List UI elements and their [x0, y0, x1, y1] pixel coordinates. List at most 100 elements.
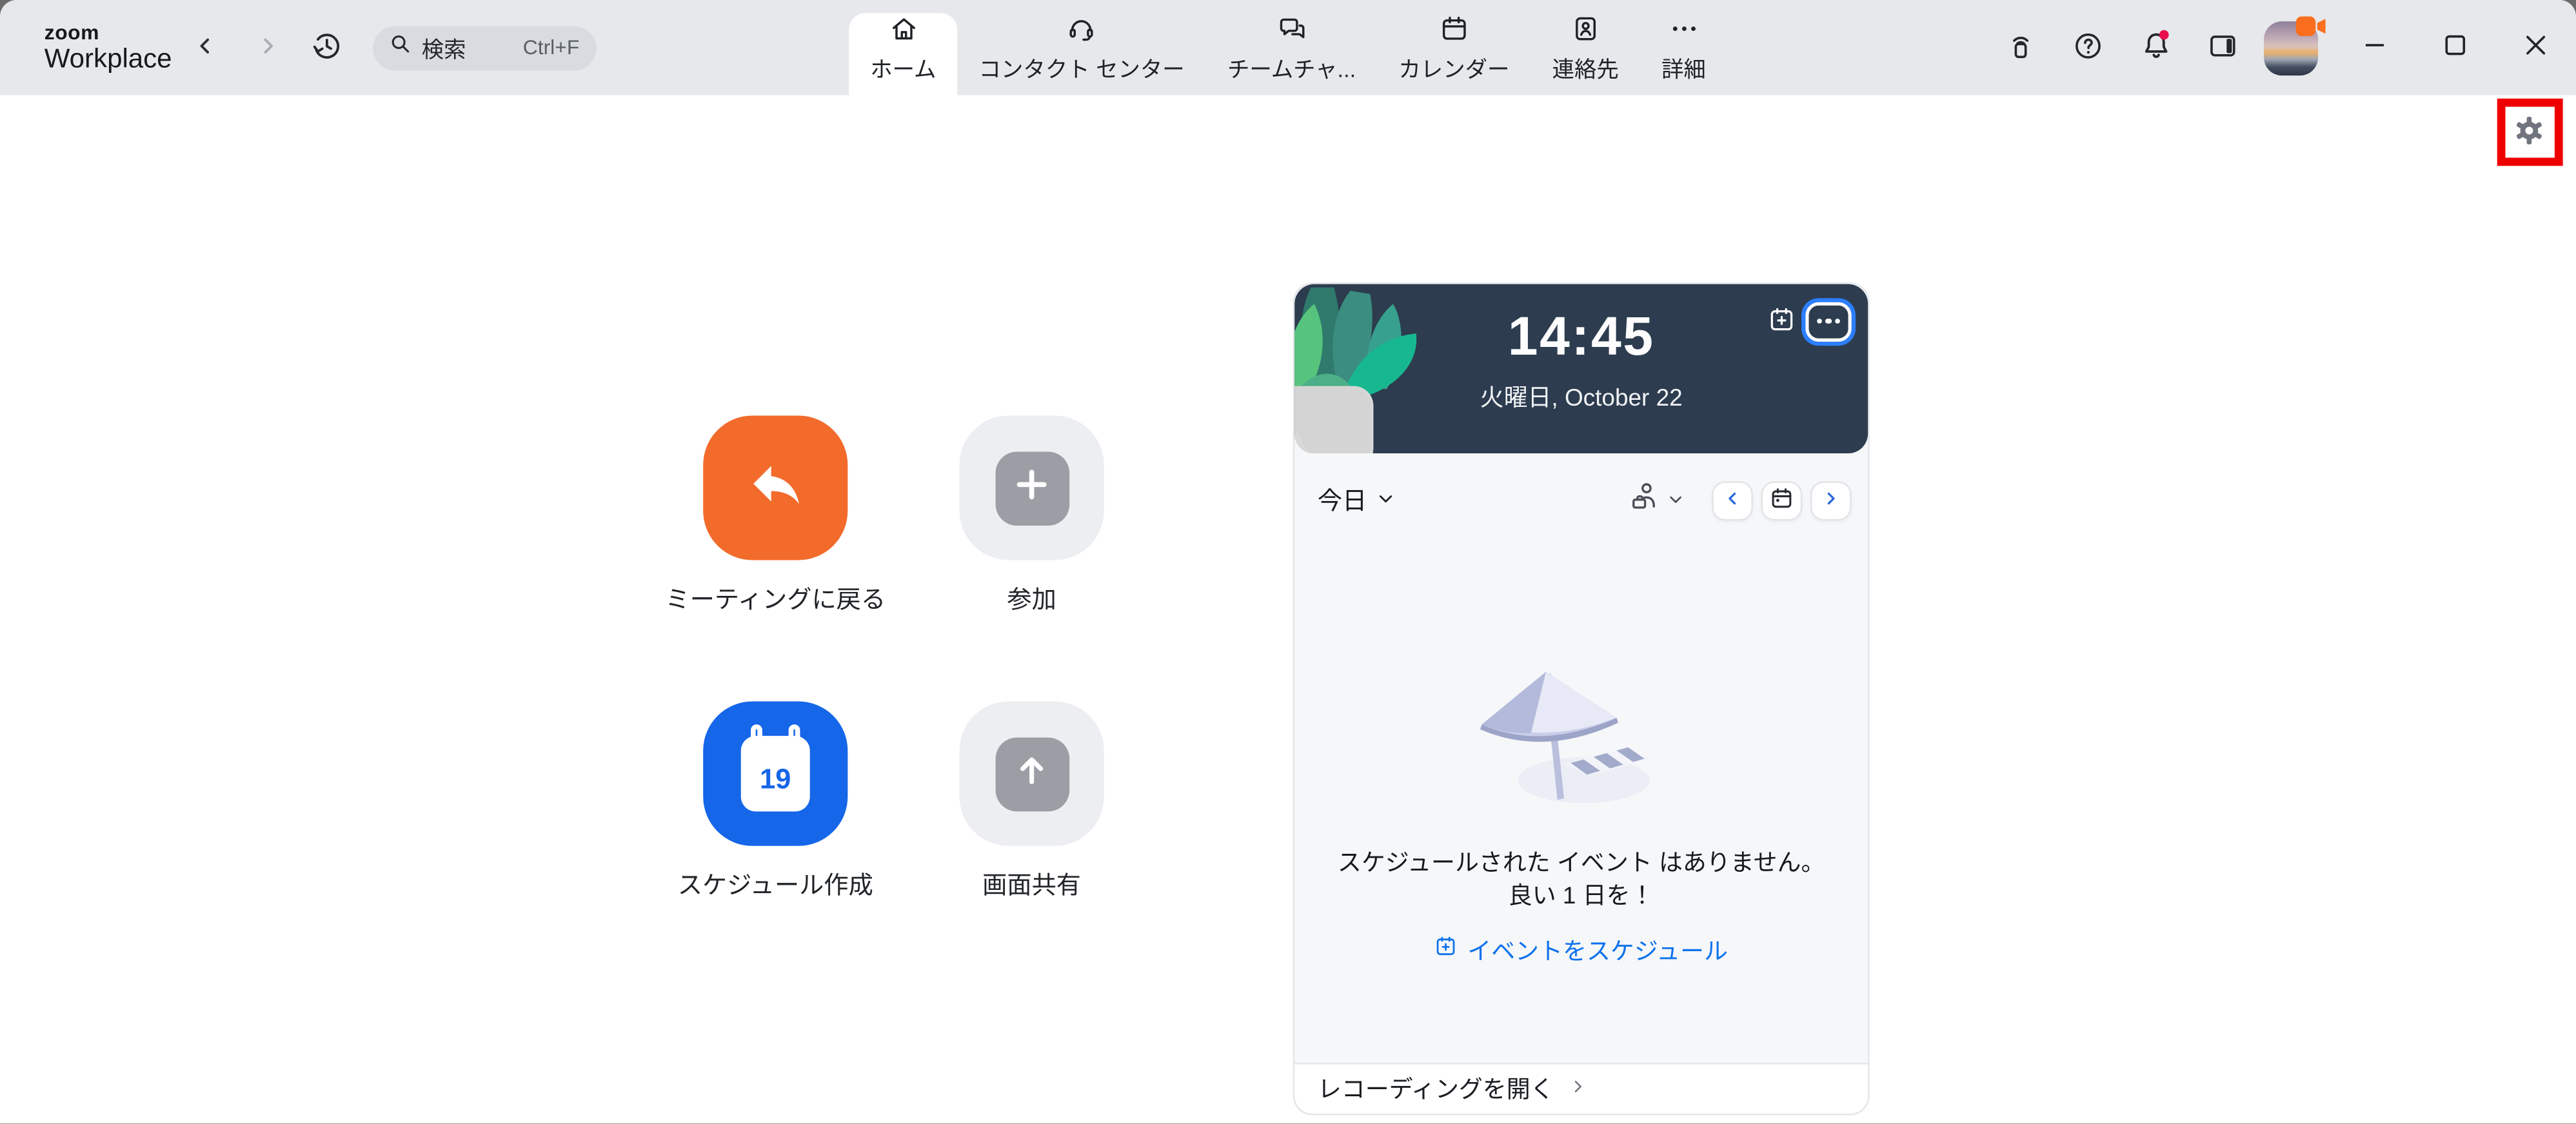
tab-home[interactable]: ホーム — [849, 13, 957, 95]
gear-icon — [2512, 112, 2546, 152]
settings-button[interactable] — [2512, 112, 2546, 152]
empty-state-line2: 良い 1 日を！ — [1509, 880, 1654, 912]
schedule-event-link[interactable]: イベントをスケジュール — [1434, 932, 1728, 967]
minimize-button[interactable] — [2349, 23, 2398, 72]
home-icon — [887, 13, 918, 44]
help-button[interactable] — [2065, 25, 2111, 70]
maximize-icon — [2444, 34, 2465, 61]
chevron-right-icon — [1822, 488, 1840, 513]
history-button[interactable] — [306, 26, 346, 69]
calendar-today-icon — [1769, 486, 1794, 515]
date-range-label: 今日 — [1318, 483, 1367, 517]
date-range-dropdown[interactable]: 今日 — [1318, 483, 1395, 517]
chevron-down-icon — [1667, 486, 1683, 515]
contact-card-icon — [1570, 13, 1601, 44]
beach-umbrella-illustration — [1458, 658, 1705, 817]
tab-contacts-label: 連絡先 — [1552, 51, 1619, 84]
close-icon — [2524, 34, 2546, 61]
help-icon — [2072, 29, 2105, 67]
join-tile[interactable] — [960, 415, 1104, 560]
calendar-ring-left — [751, 724, 762, 745]
titlebar-left: zoom Workplace 検索 Ctrl+F — [0, 0, 596, 95]
panel-toolbar: 今日 — [1318, 479, 1852, 522]
tab-team-chat-label: チームチャ... — [1227, 51, 1356, 84]
main-tabs: ホーム コンタクト センター チームチャ... カレンダー 連絡先 詳細 — [849, 0, 1727, 95]
search-placeholder: 検索 — [422, 31, 466, 64]
add-event-button[interactable] — [1768, 305, 1796, 338]
calendar-19-icon: 19 — [741, 736, 810, 811]
connect-device-button[interactable] — [1997, 25, 2043, 70]
tab-contact-center-label: コンタクト センター — [979, 51, 1185, 84]
today-button[interactable] — [1761, 480, 1803, 520]
view-mode-dropdown[interactable] — [1628, 480, 1684, 521]
tab-home-label: ホーム — [870, 51, 936, 84]
chevron-left-icon — [1723, 488, 1741, 513]
tab-calendar[interactable]: カレンダー — [1377, 0, 1531, 95]
return-to-meeting-button[interactable]: ミーティングに戻る — [703, 415, 847, 616]
reply-arrow-icon — [745, 453, 806, 522]
open-recordings-label: レコーディングを開く — [1318, 1071, 1554, 1105]
calendar-plus-icon — [1434, 934, 1458, 964]
calendar-ring-right — [789, 724, 800, 745]
home-content: ミーティングに戻る 参加 19 スケジュール作 — [0, 95, 2576, 1124]
search-input[interactable]: 検索 Ctrl+F — [372, 25, 595, 70]
plus-icon — [1012, 464, 1051, 512]
panel-toggle-icon — [2206, 29, 2239, 67]
return-to-meeting-label: ミーティングに戻る — [665, 582, 886, 616]
empty-state-line1: スケジュールされた イベント はありません。 — [1338, 847, 1825, 880]
chevron-down-icon — [1377, 486, 1395, 514]
notification-dot — [2159, 30, 2168, 40]
tab-contacts[interactable]: 連絡先 — [1531, 0, 1640, 95]
share-screen-button[interactable]: 画面共有 — [960, 702, 1104, 902]
chevron-right-icon — [1569, 1074, 1587, 1103]
return-to-meeting-tile[interactable] — [703, 415, 847, 560]
panel-toolbar-right — [1628, 480, 1851, 521]
back-button[interactable] — [185, 26, 224, 69]
calendar-plus-icon — [1768, 305, 1796, 338]
chat-bubbles-icon — [1276, 13, 1307, 44]
side-panel-toggle-button[interactable] — [2200, 25, 2246, 70]
schedule-tile[interactable]: 19 — [703, 702, 847, 846]
notifications-button[interactable] — [2132, 25, 2178, 70]
chevron-right-icon — [255, 34, 279, 61]
calendar-icon — [1438, 13, 1469, 44]
ellipsis-icon — [1668, 13, 1699, 44]
tab-team-chat[interactable]: チームチャ... — [1206, 0, 1377, 95]
more-dot — [1835, 319, 1840, 324]
schedule-event-link-label: イベントをスケジュール — [1467, 932, 1728, 967]
join-button[interactable]: 参加 — [960, 415, 1104, 616]
titlebar: zoom Workplace 検索 Ctrl+F ホーム — [0, 0, 2576, 95]
chevron-left-icon — [193, 34, 217, 61]
next-day-button[interactable] — [1810, 480, 1852, 520]
schedule-panel: 14:45 火曜日, October 22 今日 — [1293, 282, 1870, 1114]
previous-day-button[interactable] — [1712, 480, 1753, 520]
open-recordings-row[interactable]: レコーディングを開く — [1294, 1062, 1868, 1113]
arrow-up-icon — [1012, 750, 1051, 798]
history-icon — [310, 29, 343, 67]
logo-zoom-text: zoom — [45, 23, 172, 44]
clock-date: 火曜日, October 22 — [1294, 379, 1868, 413]
maximize-button[interactable] — [2430, 23, 2479, 72]
join-label: 参加 — [1007, 582, 1056, 616]
tab-more[interactable]: 詳細 — [1640, 0, 1727, 95]
avatar[interactable] — [2264, 21, 2318, 75]
clock-more-button[interactable] — [1805, 301, 1851, 340]
tab-contact-center[interactable]: コンタクト センター — [958, 0, 1206, 95]
device-signal-icon — [2005, 29, 2037, 67]
clock-card: 14:45 火曜日, October 22 — [1294, 283, 1868, 452]
zoom-workplace-logo: zoom Workplace — [45, 23, 172, 72]
share-inner-box — [995, 736, 1069, 811]
logo-workplace-text: Workplace — [45, 45, 172, 72]
search-shortcut: Ctrl+F — [523, 36, 580, 59]
share-screen-tile[interactable] — [960, 702, 1104, 846]
calendar-day-number: 19 — [760, 763, 791, 796]
camera-on-badge-icon — [2295, 14, 2328, 37]
close-button[interactable] — [2510, 23, 2559, 72]
titlebar-right — [1976, 0, 2559, 95]
forward-button[interactable] — [248, 26, 287, 69]
person-briefcase-icon — [1628, 480, 1661, 521]
quick-actions: ミーティングに戻る 参加 19 スケジュール作 — [703, 415, 1104, 902]
annotation-red-box — [2496, 99, 2562, 166]
tab-more-label: 詳細 — [1661, 51, 1706, 84]
schedule-button[interactable]: 19 スケジュール作成 — [703, 702, 847, 902]
